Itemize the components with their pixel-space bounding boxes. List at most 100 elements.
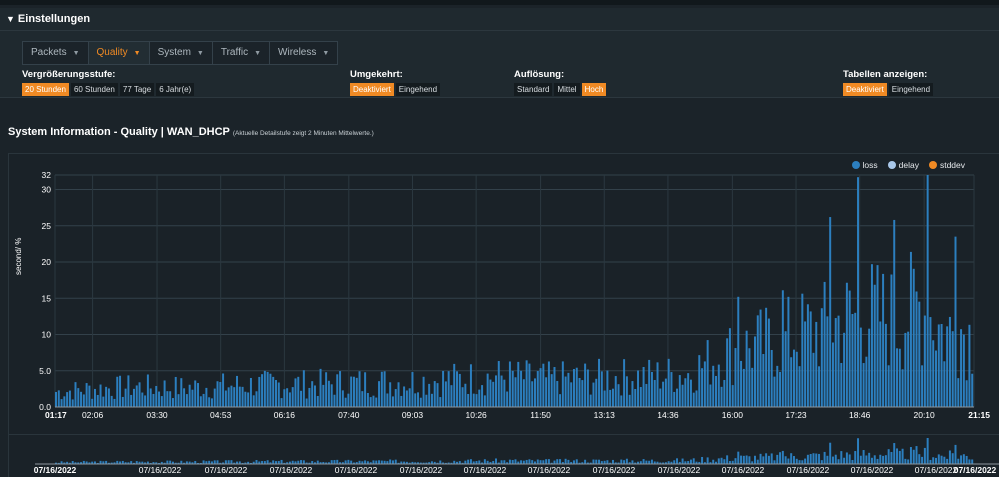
navigator-bar [876,458,879,464]
loss-bar [845,282,848,407]
loss-bar [609,389,612,407]
navigator-bar [723,459,726,464]
navigator-bar [620,459,623,464]
navigator-tick-label: 07/16/2022 [954,465,997,475]
loss-bar [241,386,244,407]
loss-bar [932,340,935,407]
navigator-bar [740,455,743,464]
loss-bar [681,384,684,407]
legend-dot-icon [928,161,937,169]
navigator-bar [790,453,793,464]
navigator-bar [514,459,517,464]
loss-bar [361,391,364,407]
loss-bar [595,378,598,407]
loss-bar [715,375,717,407]
navigator-bar [508,459,511,464]
loss-bar [80,391,83,407]
navigator-bar [756,459,759,464]
navigator-bar [545,459,548,464]
navigator-bar [375,460,378,464]
loss-bar [369,397,372,407]
navigator-bar [500,460,503,464]
loss-bar [951,331,954,407]
legend-label: loss [862,160,878,170]
navigator-bar [378,460,381,464]
loss-bar [417,392,420,407]
y-tick-label: 10 [42,330,52,340]
loss-bar [884,323,887,407]
loss-bar [701,368,704,407]
navigator-bar [542,460,545,464]
navigator-bar [915,446,918,464]
navigator-bar [932,457,935,464]
loss-bar [592,382,595,407]
loss-bar [199,396,202,407]
navigator-bar [765,453,768,464]
y-tick-label: 30 [42,185,52,195]
navigator-bar [272,460,275,464]
loss-bar [937,324,940,407]
navigator-bar [536,459,539,464]
loss-bar [815,321,818,407]
loss-bar [962,334,965,407]
loss-bar [344,397,347,407]
loss-bar [848,290,851,407]
loss-bar [486,373,489,407]
loss-bar [737,296,740,407]
legend-item-loss[interactable]: loss [851,160,878,170]
loss-bar [678,375,681,407]
navigator-divider [8,434,999,435]
navigator-bar [606,460,609,464]
navigator-bar [681,458,684,464]
loss-bar [929,317,932,407]
loss-bar [673,391,676,407]
loss-bar [305,398,308,407]
navigator-bar [673,460,676,464]
loss-bar [383,371,386,407]
loss-bar [712,365,715,407]
loss-bar [745,330,748,407]
loss-bar [578,378,581,407]
navigator-bar [820,460,823,464]
legend-item-delay[interactable]: delay [887,160,919,170]
loss-bar [475,394,478,407]
loss-bar [779,371,782,407]
legend-item-stddev[interactable]: stddev [928,160,965,170]
loss-bar [868,328,871,407]
loss-bar [355,377,358,407]
loss-bar [166,391,169,407]
loss-bar [414,393,417,407]
loss-bar [288,392,291,407]
y-tick-label: 20 [42,257,52,267]
navigator-bar [169,460,172,464]
loss-bar [394,389,397,407]
loss-bar [55,391,57,407]
loss-bar [723,379,726,407]
loss-bar [876,265,879,407]
loss-bar [865,356,868,407]
loss-bar [790,357,793,407]
loss-bar [247,392,250,407]
navigator-bar [809,454,812,464]
loss-bar [662,381,665,407]
loss-bar [82,394,85,407]
navigator-bar [689,459,692,464]
navigator-bar [255,460,258,464]
loss-bar [275,380,277,407]
loss-bar [706,340,709,407]
loss-bar [831,342,834,407]
loss-bar [163,380,166,407]
navigator-bar [611,459,614,464]
loss-bar [909,251,912,407]
navigator-bar [350,460,353,464]
loss-bar [319,368,322,407]
navigator-bar [584,459,587,464]
loss-bar [751,367,754,407]
loss-bar [430,393,433,407]
loss-bar [957,378,960,407]
navigator-bar [826,455,829,464]
navigator-bar [439,460,442,464]
navigator-bar [767,455,770,464]
loss-bar [812,352,815,407]
loss-bar [397,382,400,407]
